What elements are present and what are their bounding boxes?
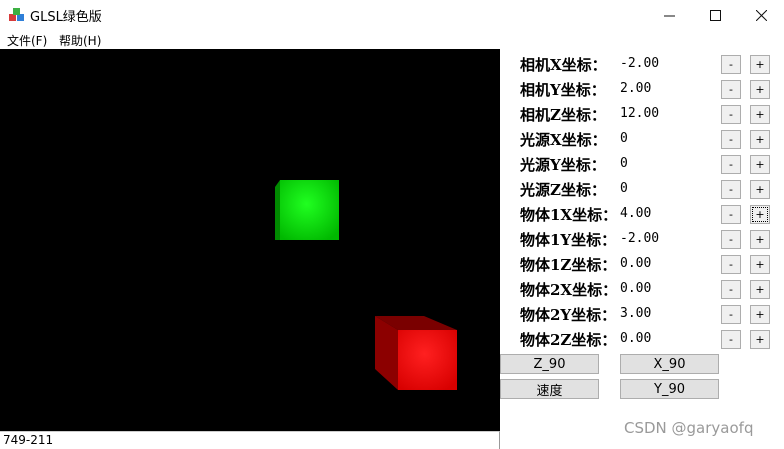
param-label: 物体2X坐标： [520,281,618,299]
decrement-button[interactable]: - [721,105,741,124]
param-value: 0.00 [620,281,652,296]
param-label: 相机X坐标： [520,56,607,74]
control-panel: 相机X坐标： -2.00 - + 相机Y坐标： 2.00 - + 相机Z坐标： … [500,49,784,449]
param-row-object1-x: 物体1X坐标： 4.00 - + [500,201,784,226]
param-label: 物体1X坐标： [520,206,618,224]
decrement-button[interactable]: - [721,305,741,324]
param-value: 0 [620,181,628,196]
decrement-button[interactable]: - [721,55,741,74]
minimize-button[interactable] [646,0,692,30]
menu-bar: 文件(F) 帮助(H) [0,30,784,49]
speed-button[interactable]: 速度 [500,379,599,399]
decrement-button[interactable]: - [721,255,741,274]
status-text: 749-211 [3,433,54,447]
status-line: 749-211 [0,431,500,449]
increment-button[interactable]: + [750,280,770,299]
x90-button[interactable]: X_90 [620,354,719,374]
param-value: 2.00 [620,81,652,96]
z90-button[interactable]: Z_90 [500,354,599,374]
param-label: 物体2Y坐标： [520,306,617,324]
param-value: -2.00 [620,56,660,71]
decrement-button[interactable]: - [721,205,741,224]
maximize-button[interactable] [692,0,738,30]
param-row-object2-y: 物体2Y坐标： 3.00 - + [500,301,784,326]
param-label: 光源Y坐标： [520,156,606,174]
param-label: 物体2Z坐标： [520,331,617,349]
gl-viewport[interactable] [0,49,500,431]
increment-button[interactable]: + [750,230,770,249]
red-cube [375,316,457,390]
param-label: 物体1Y坐标： [520,231,617,249]
param-row-object2-z: 物体2Z坐标： 0.00 - + [500,326,784,351]
menu-file[interactable]: 文件(F) [7,32,47,49]
decrement-button[interactable]: - [721,330,741,349]
param-row-camera-x: 相机X坐标： -2.00 - + [500,51,784,76]
param-value: 0 [620,131,628,146]
increment-button[interactable]: + [750,130,770,149]
decrement-button[interactable]: - [721,155,741,174]
minimize-icon [663,15,675,16]
increment-button[interactable]: + [750,255,770,274]
param-label: 光源X坐标： [520,131,607,149]
increment-button[interactable]: + [750,80,770,99]
param-row-light-x: 光源X坐标： 0 - + [500,126,784,151]
param-row-light-z: 光源Z坐标： 0 - + [500,176,784,201]
increment-button[interactable]: + [750,305,770,324]
decrement-button[interactable]: - [721,280,741,299]
param-value: 0.00 [620,256,652,271]
increment-button[interactable]: + [750,180,770,199]
param-row-object2-x: 物体2X坐标： 0.00 - + [500,276,784,301]
increment-button[interactable]: + [750,55,770,74]
close-icon [755,9,767,21]
param-row-camera-y: 相机Y坐标： 2.00 - + [500,76,784,101]
watermark: CSDN @garyaofq [624,419,754,437]
decrement-button[interactable]: - [721,80,741,99]
param-row-object1-y: 物体1Y坐标： -2.00 - + [500,226,784,251]
param-label: 相机Z坐标： [520,106,606,124]
param-label: 相机Y坐标： [520,81,606,99]
param-value: -2.00 [620,231,660,246]
window-title: GLSL绿色版 [30,10,102,25]
param-value: 4.00 [620,206,652,221]
close-button[interactable] [738,0,784,30]
scene-canvas [275,180,457,390]
increment-button[interactable]: + [750,155,770,174]
maximize-icon [709,9,721,21]
param-row-light-y: 光源Y坐标： 0 - + [500,151,784,176]
increment-button[interactable]: + [750,105,770,124]
param-row-camera-z: 相机Z坐标： 12.00 - + [500,101,784,126]
decrement-button[interactable]: - [721,180,741,199]
param-value: 12.00 [620,106,660,121]
title-bar: GLSL绿色版 [0,0,784,30]
y90-button[interactable]: Y_90 [620,379,719,399]
param-label: 物体1Z坐标： [520,256,617,274]
increment-button[interactable]: + [750,330,770,349]
param-label: 光源Z坐标： [520,181,606,199]
app-icon [9,8,24,21]
menu-help[interactable]: 帮助(H) [59,32,101,49]
green-cube [275,180,339,240]
decrement-button[interactable]: - [721,230,741,249]
param-value: 0.00 [620,331,652,346]
increment-button[interactable]: + [750,205,770,224]
decrement-button[interactable]: - [721,130,741,149]
param-value: 0 [620,156,628,171]
param-row-object1-z: 物体1Z坐标： 0.00 - + [500,251,784,276]
param-value: 3.00 [620,306,652,321]
